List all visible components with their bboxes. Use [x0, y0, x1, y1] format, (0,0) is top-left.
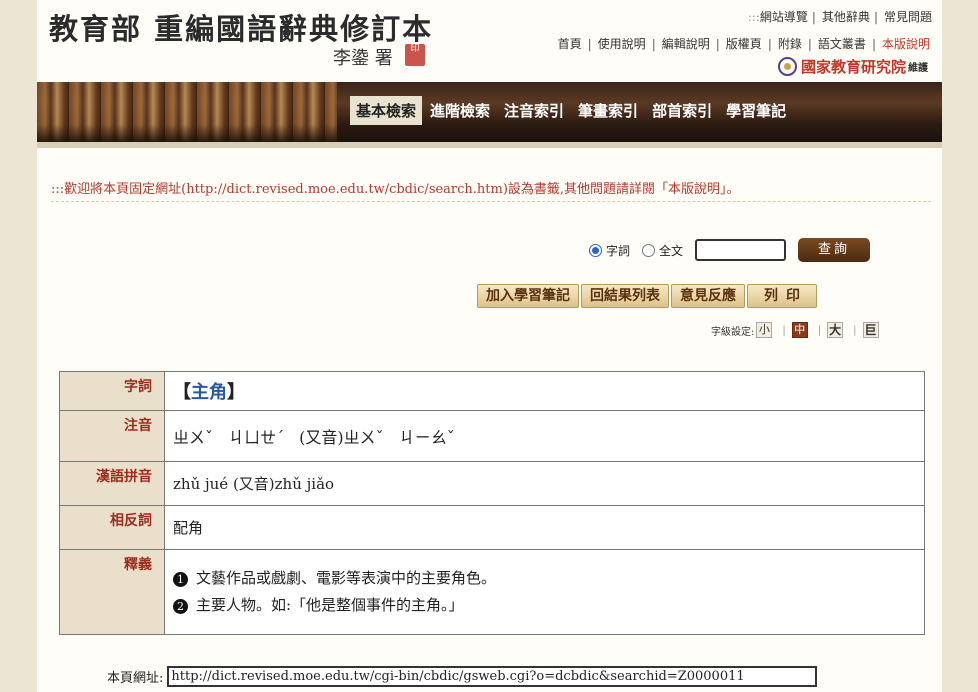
headword-text: 主角: [191, 382, 227, 403]
tab-study-notes[interactable]: 學習筆記: [720, 96, 792, 125]
search-button[interactable]: 查詢: [798, 238, 871, 262]
org-logo[interactable]: 國家教育研究院 維護: [777, 56, 928, 77]
font-size-label: 字級設定:: [711, 326, 755, 338]
table-row: 字詞 【主角】: [59, 371, 925, 411]
font-size-setting: 字級設定: 小 | 中 | 大 | 巨: [711, 322, 879, 338]
pinyin-value: zhǔ jué (又音)zhǔ jiǎo: [164, 461, 925, 506]
headword-bracket-close: 】: [227, 382, 245, 403]
label-word: 字詞: [59, 371, 165, 411]
nav-link-version-notes[interactable]: 本版說明: [882, 37, 930, 51]
radio-word[interactable]: [589, 243, 602, 257]
headword: 【主角】: [173, 382, 245, 403]
label-pinyin: 漢語拼音: [59, 461, 165, 506]
add-study-note-button[interactable]: 加入學習筆記: [477, 284, 579, 308]
font-size-small[interactable]: 小: [756, 322, 773, 338]
page-url-field[interactable]: http://dict.revised.moe.edu.tw/cgi-bin/c…: [167, 666, 818, 687]
zhuyin-value: ㄓㄨˇ ㄐㄩㄝˊ (又音)ㄓㄨˇ ㄐㄧㄠˇ: [164, 410, 925, 462]
site-title[interactable]: 教育部 重編國語辭典修訂本: [49, 6, 433, 48]
tab-advanced-search[interactable]: 進階檢索: [424, 96, 496, 125]
page-url-row: 本頁網址: http://dict.revised.moe.edu.tw/cgi…: [107, 666, 818, 687]
table-row: 釋義 1 文藝作品或戲劇、電影等表演中的主要角色。 2 主要人物。如:「他是整個事件…: [59, 549, 925, 635]
antonym-value[interactable]: 配角: [164, 505, 925, 550]
main-menu: 基本檢索 進階檢索 注音索引 筆畫索引 部首索引 學習筆記: [350, 96, 792, 125]
font-size-medium[interactable]: 中: [791, 322, 808, 338]
headword-bracket-open: 【: [173, 382, 191, 403]
nav-link-usage[interactable]: 使用說明: [598, 37, 646, 51]
table-row: 注音 ㄓㄨˇ ㄐㄩㄝˊ (又音)ㄓㄨˇ ㄐㄧㄠˇ: [59, 410, 925, 462]
bookshelf-image: [37, 82, 337, 142]
page-url-label: 本頁網址:: [107, 671, 164, 686]
radio-fulltext[interactable]: [642, 243, 656, 257]
radio-word-label: 字詞: [606, 243, 631, 258]
tab-radical-index[interactable]: 部首索引: [646, 96, 718, 125]
nav-link-appendix[interactable]: 附錄: [778, 37, 802, 51]
definition-text: 主要人物。如:「他是整個事件的主角。」: [196, 596, 464, 614]
top-prefix: :::: [747, 10, 760, 24]
tab-basic-search[interactable]: 基本檢索: [350, 96, 423, 125]
radio-fulltext-label: 全文: [659, 243, 684, 258]
top-links: :::網站導覽 | 其他辭典 | 常見問題: [747, 10, 932, 24]
nav-link-copyright[interactable]: 版權頁: [726, 37, 762, 51]
tab-stroke-index[interactable]: 筆畫索引: [572, 96, 644, 125]
definition-item: 2 主要人物。如:「他是整個事件的主角。」: [173, 594, 916, 615]
nav-links: 首頁 | 使用說明 | 編輯說明 | 版權頁 | 附錄 | 語文叢書 | 本版說明: [557, 37, 930, 51]
definition-text: 文藝作品或戲劇、電影等表演中的主要角色。: [196, 569, 497, 587]
top-link-faq[interactable]: 常見問題: [884, 10, 932, 24]
font-size-huge[interactable]: 巨: [862, 322, 879, 338]
search-input[interactable]: [695, 239, 787, 261]
seal-icon: 印: [405, 44, 425, 66]
search-form: 字詞 全文 查詢: [589, 238, 871, 262]
banner: 基本檢索 進階檢索 注音索引 筆畫索引 部首索引 學習筆記: [37, 82, 942, 142]
calligraphy-signature: 李鍌 署: [333, 48, 393, 69]
table-row: 相反詞 配角: [59, 505, 925, 550]
definition-item: 1 文藝作品或戲劇、電影等表演中的主要角色。: [173, 567, 916, 588]
number-bullet-icon: 1: [173, 571, 188, 587]
headword-cell: 【主角】: [164, 371, 925, 411]
welcome-message: :::歡迎將本頁固定網址(http://dict.revised.moe.edu…: [51, 182, 740, 197]
feedback-button[interactable]: 意見反應: [671, 284, 745, 308]
entry-table: 字詞 【主角】 注音 ㄓㄨˇ ㄐㄩㄝˊ (又音)ㄓㄨˇ ㄐㄧㄠˇ 漢語拼音 zh…: [59, 371, 925, 635]
font-size-large[interactable]: 大: [827, 322, 844, 338]
print-button[interactable]: 列印: [747, 284, 817, 308]
naer-emblem-icon: [777, 57, 797, 76]
label-zhuyin: 注音: [59, 410, 165, 462]
nav-link-editorial[interactable]: 編輯說明: [662, 37, 710, 51]
tab-zhuyin-index[interactable]: 注音索引: [498, 96, 570, 125]
label-meaning: 釋義: [59, 549, 165, 635]
number-bullet-icon: 2: [173, 598, 188, 614]
back-to-results-button[interactable]: 回結果列表: [581, 284, 669, 308]
meaning-cell: 1 文藝作品或戲劇、電影等表演中的主要角色。 2 主要人物。如:「他是整個事件的主角…: [164, 549, 925, 635]
org-suffix: 維護: [908, 63, 928, 74]
site-header: 教育部 重編國語辭典修訂本 李鍌 署 印 :::網站導覽 | 其他辭典 | 常見問題 首…: [37, 0, 942, 82]
top-link-sitemap[interactable]: 網站導覽: [760, 10, 808, 24]
nav-link-home[interactable]: 首頁: [558, 37, 582, 51]
banner-divider: [37, 142, 942, 148]
dashed-divider: [51, 201, 931, 202]
table-row: 漢語拼音 zhǔ jué (又音)zhǔ jiǎo: [59, 461, 925, 506]
nav-link-series[interactable]: 語文叢書: [818, 37, 866, 51]
label-antonym: 相反詞: [59, 505, 165, 550]
org-name: 國家教育研究院: [800, 58, 906, 76]
top-link-other-dicts[interactable]: 其他辭典: [822, 10, 870, 24]
page-container: 教育部 重編國語辭典修訂本 李鍌 署 印 :::網站導覽 | 其他辭典 | 常見問題 首…: [37, 0, 942, 692]
toolbar: 加入學習筆記 回結果列表 意見反應 列印: [477, 284, 819, 308]
